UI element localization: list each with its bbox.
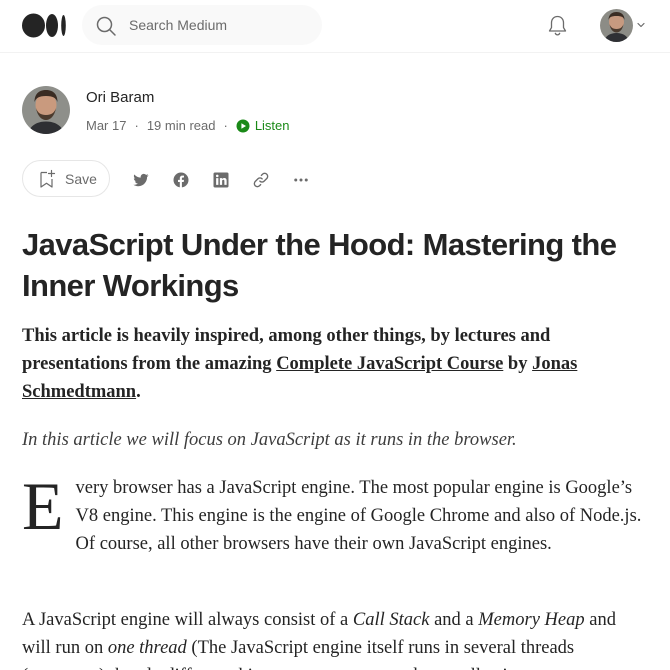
bell-icon[interactable]: [545, 13, 570, 38]
more-icon[interactable]: [292, 171, 310, 189]
course-link[interactable]: Complete JavaScript Course: [276, 354, 503, 374]
article-intro: This article is heavily inspired, among …: [22, 322, 642, 406]
article-meta: Mar 17 · 19 min read · Listen: [86, 118, 290, 133]
facebook-icon[interactable]: [172, 171, 190, 189]
paragraph-text: very browser has a JavaScript engine. Th…: [75, 478, 642, 554]
intro-text: .: [136, 382, 141, 402]
paragraph-text: A JavaScript engine will always consist …: [22, 610, 353, 630]
listen-label: Listen: [254, 118, 290, 133]
search-input[interactable]: [129, 14, 309, 36]
read-time: 19 min read: [146, 118, 216, 133]
save-button[interactable]: Save: [22, 160, 110, 197]
link-icon[interactable]: [252, 171, 270, 189]
article-paragraph: Every browser has a JavaScript engine. T…: [22, 468, 647, 558]
linkedin-icon[interactable]: [212, 171, 230, 189]
emphasis: Call Stack: [352, 610, 430, 630]
bookmark-plus-icon: [40, 169, 56, 188]
twitter-icon[interactable]: [132, 171, 150, 189]
author-avatar[interactable]: [22, 86, 70, 134]
article-title: JavaScript Under the Hood: Mastering the…: [22, 227, 617, 303]
medium-logo-icon[interactable]: [22, 13, 67, 38]
author-name[interactable]: Ori Baram: [86, 89, 154, 106]
emphasis: Memory Heap: [478, 610, 585, 630]
top-navigation-bar: [0, 0, 670, 53]
save-label: Save: [65, 171, 97, 187]
separator: ·: [223, 118, 228, 133]
search-icon: [96, 16, 116, 36]
user-avatar[interactable]: [600, 9, 633, 42]
drop-cap: E: [22, 468, 64, 544]
publish-date: Mar 17: [86, 118, 127, 133]
listen-button[interactable]: Listen: [236, 118, 290, 133]
chevron-down-icon[interactable]: [636, 20, 646, 30]
play-circle-icon: [236, 119, 250, 132]
emphasis: one thread: [107, 638, 187, 658]
separator: ·: [134, 118, 139, 133]
article-note: In this article we will focus on JavaScr…: [22, 430, 517, 450]
search-bar[interactable]: [82, 5, 322, 45]
paragraph-text: and a: [429, 610, 479, 630]
intro-text: by: [503, 354, 533, 374]
article-paragraph: A JavaScript engine will always consist …: [22, 606, 647, 670]
